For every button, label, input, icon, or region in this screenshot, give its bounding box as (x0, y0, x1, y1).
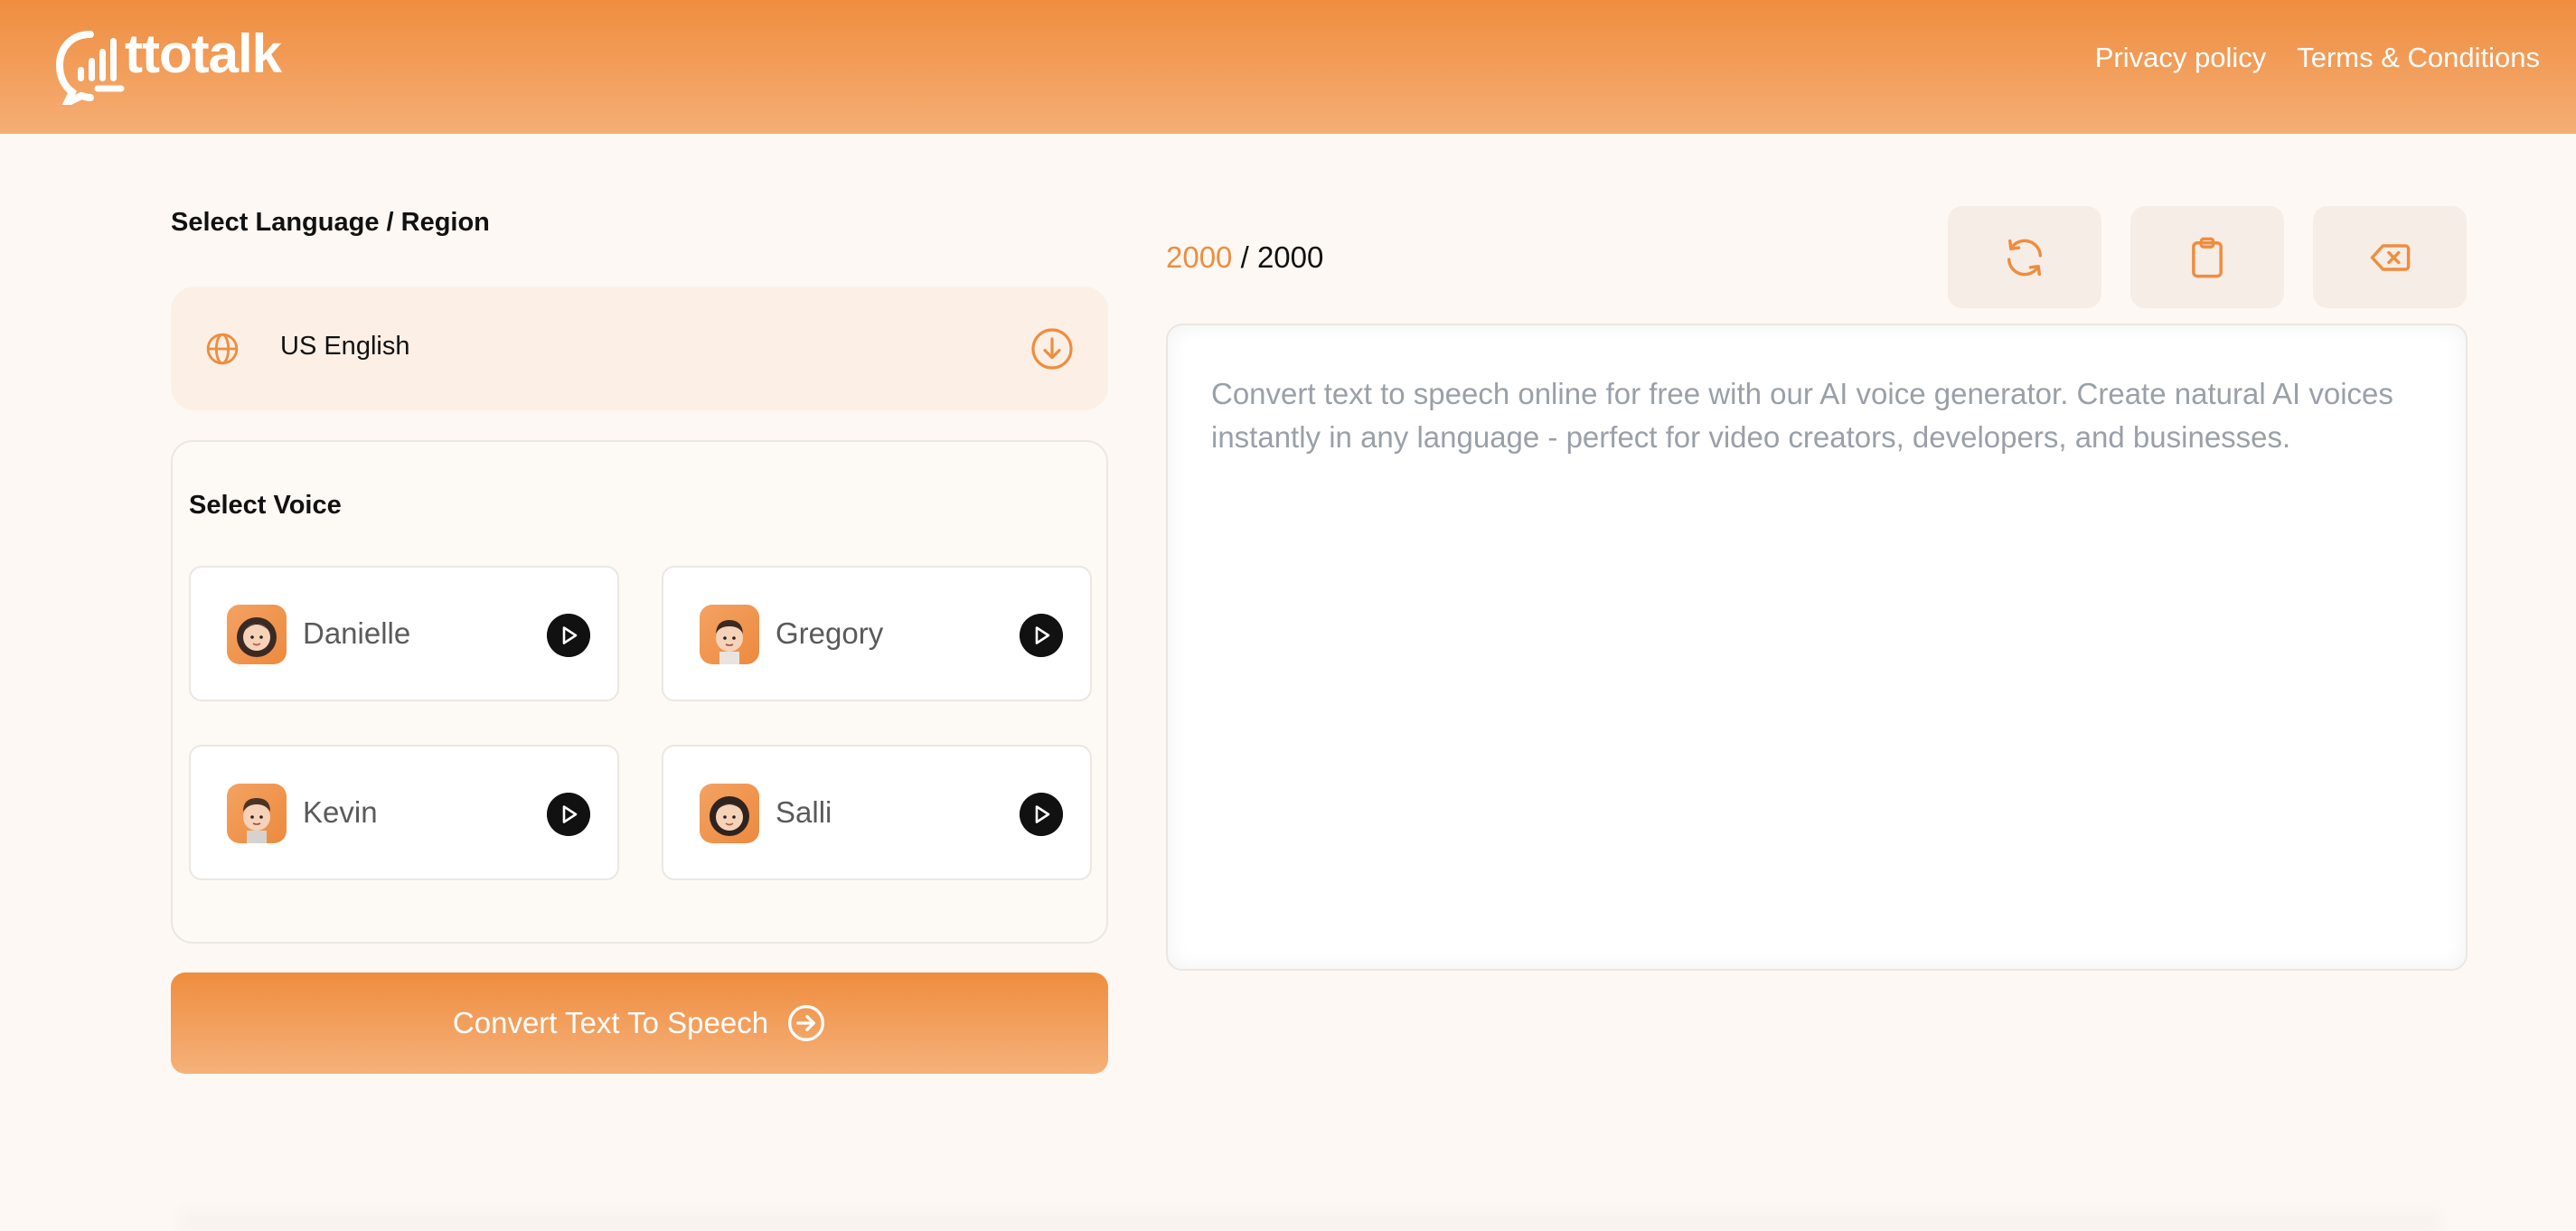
convert-button-label: Convert Text To Speech (452, 1006, 769, 1039)
characters-used: 2000 (1166, 240, 1233, 274)
avatar (700, 784, 759, 843)
nav-privacy-policy[interactable]: Privacy policy (2095, 42, 2267, 74)
clear-text-button[interactable] (2313, 206, 2467, 308)
text-input[interactable] (1168, 325, 2466, 969)
paste-button[interactable] (2130, 206, 2284, 308)
language-section-title: Select Language / Region (171, 208, 490, 237)
chevron-down-circle-icon[interactable] (1030, 327, 1074, 371)
voice-name: Gregory (776, 616, 884, 650)
character-counter: 2000 / 2000 (1166, 240, 1323, 275)
arrow-right-circle-icon (788, 1005, 825, 1041)
voice-card-salli[interactable]: Salli (662, 745, 1092, 880)
logo-speech-bubble-icon (55, 31, 125, 105)
convert-text-to-speech-button[interactable]: Convert Text To Speech (171, 973, 1108, 1074)
nav-terms-conditions[interactable]: Terms & Conditions (2297, 42, 2540, 74)
logo-text: ttotalk (125, 23, 282, 84)
play-icon[interactable] (547, 793, 590, 836)
refresh-icon (2007, 239, 2043, 276)
avatar (700, 605, 759, 664)
header-bar: ttotalk Privacy policy Terms & Condition… (0, 0, 2576, 134)
play-icon[interactable] (1020, 793, 1063, 836)
language-dropdown[interactable]: US English (171, 287, 1108, 410)
voice-card-danielle[interactable]: Danielle (189, 566, 619, 701)
clipboard-icon (2192, 237, 2223, 277)
refresh-button[interactable] (1948, 206, 2101, 308)
globe-icon (206, 333, 239, 365)
logo[interactable]: ttotalk (54, 23, 282, 105)
footer-shadow (181, 1202, 2440, 1231)
language-selected-value: US English (280, 332, 410, 361)
voice-card-kevin[interactable]: Kevin (189, 745, 619, 880)
voice-name: Salli (776, 795, 832, 829)
voice-name: Danielle (303, 616, 411, 650)
counter-separator: / (1232, 240, 1257, 274)
text-editor-container (1166, 324, 2468, 971)
voice-section-title: Select Voice (189, 491, 342, 520)
avatar (227, 605, 287, 664)
voice-panel: Select Voice Danielle Gregory Kevin Sall… (171, 440, 1108, 944)
voice-name: Kevin (303, 795, 378, 829)
clear-backspace-icon (2370, 243, 2411, 271)
top-nav: Privacy policy Terms & Conditions (2095, 42, 2540, 74)
characters-limit: 2000 (1256, 240, 1324, 274)
avatar (227, 784, 287, 843)
voice-card-gregory[interactable]: Gregory (662, 566, 1092, 701)
play-icon[interactable] (547, 614, 590, 657)
play-icon[interactable] (1020, 614, 1063, 657)
